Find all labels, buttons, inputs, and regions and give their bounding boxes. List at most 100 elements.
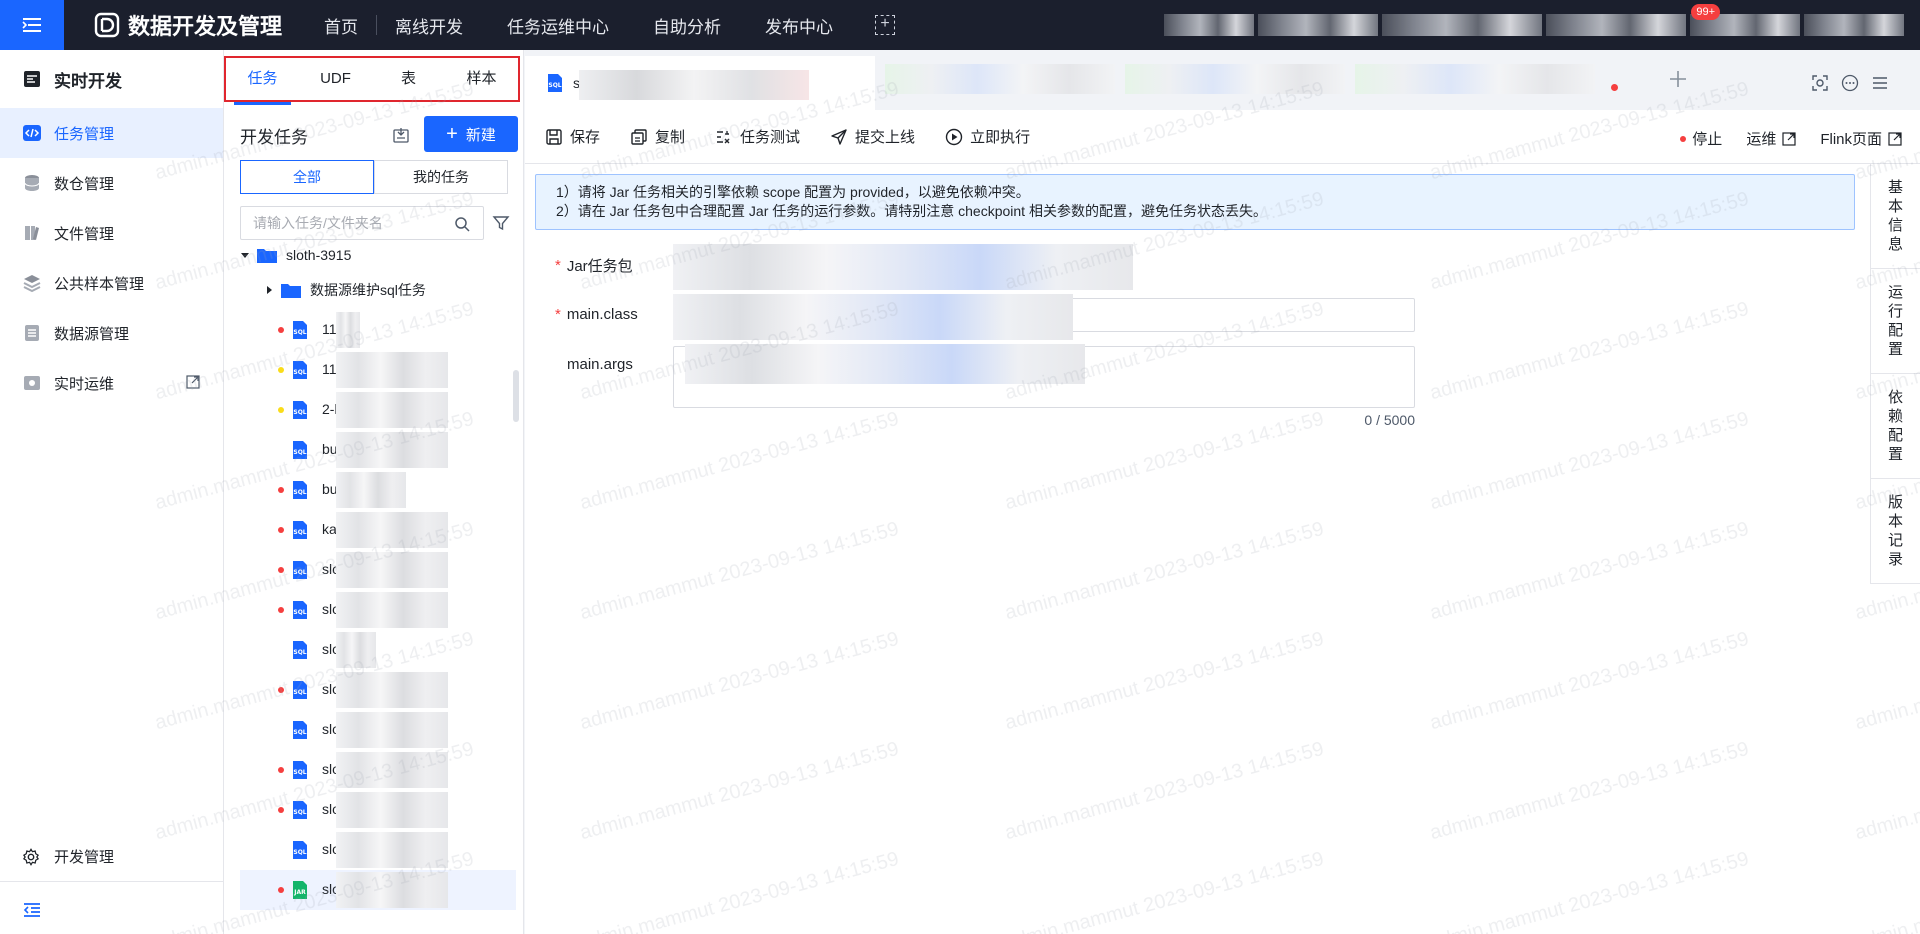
required-mark: * (555, 306, 561, 323)
blurred-tab[interactable] (1355, 64, 1595, 94)
task-item[interactable]: SQL bu (240, 470, 516, 510)
submit-online-label: 提交上线 (855, 129, 916, 146)
list-menu-icon[interactable] (1871, 74, 1889, 92)
sidebar-item-task-management[interactable]: 任务管理 (0, 108, 223, 158)
task-item[interactable]: SQLslo (240, 790, 516, 830)
caret-right-icon[interactable] (264, 285, 274, 295)
side-tab-basic-info[interactable]: 基本信息 (1871, 164, 1920, 269)
copy-label: 复制 (655, 129, 686, 146)
sidebar-item-warehouse[interactable]: 数仓管理 (0, 158, 223, 208)
blurred-name (336, 672, 448, 708)
add-tab-icon[interactable] (1667, 68, 1689, 90)
tree-folder-sub[interactable]: 数据源维护sql任务 (240, 270, 516, 310)
blurred-name (336, 552, 448, 588)
side-tab-run-config[interactable]: 运行配置 (1871, 269, 1920, 374)
svg-text:SQL: SQL (293, 769, 306, 776)
task-tree-panel: 任务 UDF 表 样本 开发任务 + 新建 全部 我的任务 sloth-3915… (224, 50, 524, 934)
required-mark: * (555, 257, 561, 274)
nav-offline-dev[interactable]: 离线开发 (395, 13, 463, 38)
side-tab-version[interactable]: 版本记录 (1871, 479, 1920, 584)
nav-home[interactable]: 首页 (324, 13, 358, 38)
sidebar-item-realtime-ops[interactable]: 实时运维 (0, 358, 223, 408)
new-task-button[interactable]: + 新建 (424, 116, 518, 152)
sidebar-item-files[interactable]: 文件管理 (0, 208, 223, 258)
task-item[interactable]: SQLslo (240, 750, 516, 790)
svg-text:SQL: SQL (293, 529, 306, 536)
app-brand[interactable]: 数据开发及管理 (94, 9, 282, 41)
status-dot (278, 367, 284, 373)
tab-udf[interactable]: UDF (299, 57, 372, 101)
task-item[interactable]: JARslo (240, 870, 516, 910)
tree-header: 开发任务 + 新建 (240, 116, 518, 154)
jar-package-select[interactable] (673, 244, 1133, 290)
task-item[interactable]: SQLslo (240, 670, 516, 710)
sidebar-item-label: 任务管理 (54, 125, 115, 143)
blurred-area (1382, 14, 1542, 36)
filter-my-tasks-button[interactable]: 我的任务 (374, 160, 508, 194)
external-link-icon[interactable] (185, 374, 201, 390)
nav-task-ops[interactable]: 任务运维中心 (507, 13, 609, 38)
add-nav-icon[interactable]: + (875, 15, 896, 35)
task-item[interactable]: SQL bu (240, 430, 516, 470)
caret-down-icon[interactable] (240, 250, 250, 260)
svg-text:SQL: SQL (293, 569, 306, 576)
task-item[interactable]: SQLslo (240, 550, 516, 590)
tree-heading: 开发任务 (240, 127, 308, 147)
blurred-tab[interactable] (1125, 64, 1345, 94)
blurred-name (336, 432, 448, 468)
nav-self-analysis[interactable]: 自助分析 (653, 13, 721, 38)
task-search-input[interactable] (240, 206, 484, 240)
top-nav: 首页 离线开发 任务运维中心 自助分析 发布中心 + (302, 13, 896, 38)
search-icon[interactable] (454, 216, 470, 232)
task-item[interactable]: SQLslo (240, 590, 516, 630)
task-item[interactable]: SQLslo (240, 830, 516, 870)
tab-samples[interactable]: 样本 (445, 57, 518, 101)
task-test-button[interactable]: 任务测试 (715, 126, 800, 147)
svg-text:SQL: SQL (548, 82, 561, 89)
filter-icon[interactable] (492, 214, 510, 232)
side-tab-dependency[interactable]: 依赖配置 (1871, 374, 1920, 479)
tab-tables[interactable]: 表 (372, 57, 445, 101)
blurred-name (336, 472, 406, 508)
monitor-icon (22, 373, 42, 393)
nav-release-center[interactable]: 发布中心 (765, 13, 833, 38)
task-item[interactable]: SQLslo (240, 710, 516, 750)
menu-toggle-button[interactable] (0, 0, 64, 50)
task-item[interactable]: SQL ka (240, 510, 516, 550)
blurred-area (1546, 14, 1686, 36)
blurred-name (336, 632, 376, 668)
more-icon[interactable] (1841, 74, 1859, 92)
blurred-name (336, 712, 448, 748)
sidebar-item-dev-management[interactable]: 开发管理 (0, 832, 223, 882)
status-dot (1680, 135, 1687, 142)
blurred-tab[interactable] (885, 64, 1115, 94)
tree-folder-root[interactable]: sloth-3915 (240, 246, 516, 270)
filter-all-button[interactable]: 全部 (240, 160, 374, 194)
copy-button[interactable]: 复制 (630, 126, 685, 147)
focus-icon[interactable] (1811, 74, 1829, 92)
task-item[interactable]: SQL 11 (240, 310, 516, 350)
editor-toolbar: 保存 复制 任务测试 提交上线 立即执行 停止 运维 Flink页面 (525, 110, 1920, 164)
save-button[interactable]: 保存 (545, 126, 600, 147)
ops-link[interactable]: 运维 (1746, 128, 1796, 149)
sidebar-item-public-samples[interactable]: 公共样本管理 (0, 258, 223, 308)
task-item[interactable]: SQLslo (240, 630, 516, 670)
tree-scrollbar[interactable] (513, 370, 519, 422)
editor-tab-active[interactable]: SQL s (525, 56, 875, 110)
flink-page-link[interactable]: Flink页面 (1820, 128, 1902, 149)
stop-button[interactable]: 停止 (1680, 128, 1722, 149)
sql-file-icon: SQL (293, 681, 307, 699)
run-now-button[interactable]: 立即执行 (945, 126, 1030, 147)
sql-file-icon: SQL (548, 74, 562, 92)
svg-text:SQL: SQL (293, 649, 306, 656)
import-icon[interactable] (392, 126, 410, 144)
collapse-sidebar-icon[interactable] (22, 900, 42, 920)
submit-online-button[interactable]: 提交上线 (830, 126, 915, 147)
editor-tab-bar: SQL s (525, 50, 1920, 110)
task-item[interactable]: SQL 2-l (240, 390, 516, 430)
tab-tasks[interactable]: 任务 (226, 57, 299, 105)
sidebar-item-datasource[interactable]: 数据源管理 (0, 308, 223, 358)
task-item[interactable]: SQL 11 (240, 350, 516, 390)
task-filter-toggle: 全部 我的任务 (240, 160, 508, 194)
sql-file-icon: SQL (293, 401, 307, 419)
